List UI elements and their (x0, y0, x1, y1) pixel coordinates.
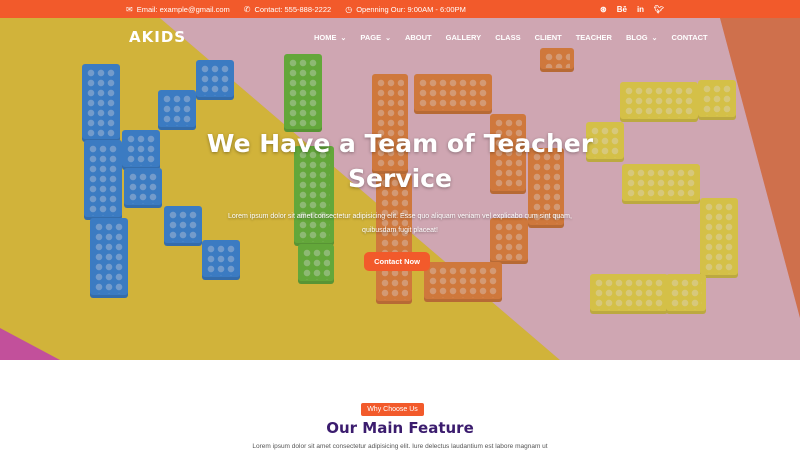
nav-item-gallery[interactable]: GALLERY (446, 33, 482, 42)
social-links: ⊛ Bē in 🐦︎ (600, 0, 674, 18)
contact-text: Contact: 555-888-2222 (254, 4, 332, 14)
nav-item-home[interactable]: HOME ⌄ (314, 33, 346, 42)
site-logo[interactable]: AKIDS (129, 28, 186, 46)
top-info-bar: ✉ Email: example@gmail.com ✆ Contact: 55… (0, 0, 800, 18)
nav-item-about[interactable]: ABOUT (405, 33, 432, 42)
email-info: ✉ Email: example@gmail.com (126, 5, 230, 14)
nav-item-page[interactable]: PAGE ⌄ (360, 33, 391, 42)
nav-item-client[interactable]: CLIENT (535, 33, 562, 42)
contact-info: ✆ Contact: 555-888-2222 (244, 5, 331, 14)
contact-now-button[interactable]: Contact Now (364, 252, 430, 271)
section-badge: Why Choose Us (361, 403, 424, 416)
hero-title: We Have a Team of Teacher Service (206, 129, 594, 193)
opening-hours-info: ◷ Openning Our: 9:00AM - 6:00PM (345, 5, 466, 14)
nav-item-blog[interactable]: BLOG ⌄ (626, 33, 658, 42)
site-header: AKIDS HOME ⌄ PAGE ⌄ ABOUT GALLERY CLASS CL… (0, 18, 800, 58)
section-description: Lorem ipsum dolor sit amet consectetur a… (252, 443, 548, 450)
linkedin-icon[interactable]: in (637, 5, 644, 14)
dribbble-icon[interactable]: ⊛ (600, 5, 607, 14)
hero-description: Lorem ipsum dolor sit amet consectetur a… (228, 213, 572, 234)
section-title: Our Main Feature (326, 419, 474, 437)
twitter-icon[interactable]: 🐦︎ (654, 5, 664, 14)
chevron-down-icon: ⌄ (340, 34, 347, 42)
opening-text: Openning Our: 9:00AM - 6:00PM (356, 4, 466, 14)
envelope-icon: ✉ (126, 4, 133, 14)
chevron-down-icon: ⌄ (385, 34, 391, 42)
main-nav: HOME ⌄ PAGE ⌄ ABOUT GALLERY CLASS CLIENT T… (314, 33, 722, 42)
nav-item-class[interactable]: CLASS (495, 33, 520, 42)
chevron-down-icon: ⌄ (651, 34, 658, 42)
nav-item-contact[interactable]: CONTACT (672, 33, 708, 42)
nav-item-teacher[interactable]: TEACHER (576, 33, 612, 42)
behance-icon[interactable]: Bē (617, 5, 627, 14)
phone-icon: ✆ (243, 4, 251, 14)
clock-icon: ◷ (345, 4, 353, 14)
email-text: Email: example@gmail.com (136, 4, 230, 14)
